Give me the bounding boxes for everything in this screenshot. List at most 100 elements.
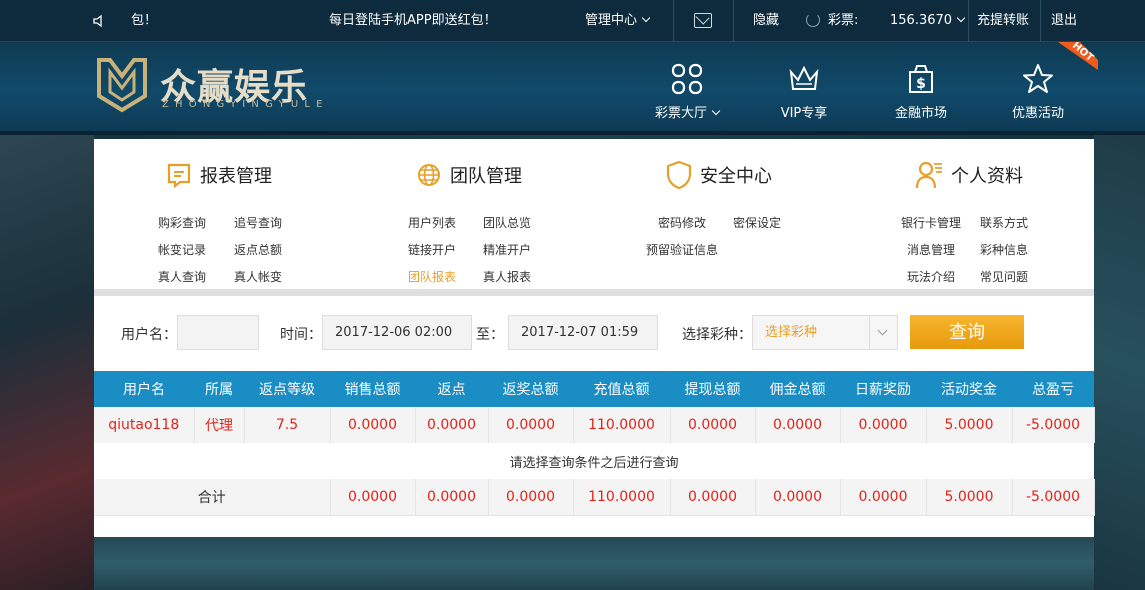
time-label: 时间： (280, 327, 322, 343)
nav-vip[interactable]: VIP专享 (749, 62, 859, 121)
table-row: qiutao118 代理 7.5 0.0000 0.0000 0.0000 11… (94, 407, 1095, 443)
section-title: 报表管理 (200, 166, 272, 187)
user-icon (915, 161, 942, 189)
column-header: 提现总额 (670, 371, 755, 407)
cell-withdraw-total: 0.0000 (670, 407, 756, 443)
lottery-type-value: 选择彩种 (765, 325, 818, 340)
link-lottery-info[interactable]: 彩种信息 (980, 241, 1028, 258)
report-management-section: 报表管理 购彩查询 追号查询 帐变记录 返点总额 真人查询 真人帐变 (94, 139, 344, 289)
link-contact[interactable]: 联系方式 (980, 214, 1028, 231)
brand-pinyin: ZHONGYINGYULE (162, 99, 329, 110)
security-center-section: 安全中心 密码修改 密保设定 预留验证信息 (594, 139, 844, 289)
total-rebate: 0.0000 (415, 479, 489, 516)
chevron-down-icon (956, 13, 966, 23)
table-header-row: 用户名 所属 返点等级 销售总额 返点 返奖总额 充值总额 提现总额 佣金总额 … (94, 371, 1094, 407)
lottery-balance-label: 彩票: (828, 13, 859, 28)
total-deposit: 110.0000 (573, 479, 671, 516)
link-change-password[interactable]: 密码修改 (658, 214, 706, 231)
link-messages[interactable]: 消息管理 (907, 241, 955, 258)
separator (673, 0, 674, 42)
balance-menu[interactable]: 156.3670 (890, 0, 966, 42)
total-withdraw: 0.0000 (670, 479, 756, 516)
promo-text[interactable]: 每日登陆手机APP即送红包！ (329, 0, 497, 42)
nav-promotions-label: 优惠活动 (1011, 106, 1064, 121)
nav-lottery-hall-label: 彩票大厅 (654, 106, 707, 121)
shield-icon (666, 160, 692, 190)
table-total-row: 合计 0.0000 0.0000 0.0000 110.0000 0.0000 … (94, 479, 1095, 516)
cell-rebate-level: 7.5 (244, 407, 331, 443)
column-header: 充值总额 (573, 371, 670, 407)
link-live-account[interactable]: 真人帐变 (234, 268, 282, 285)
globe-icon (418, 164, 440, 186)
cell-rebate: 0.0000 (415, 407, 489, 443)
column-header: 返点等级 (244, 371, 330, 407)
cell-activity-bonus: 5.0000 (926, 407, 1013, 443)
end-time-input[interactable]: 2017-12-07 01:59 (508, 315, 658, 350)
hot-badge: HOT (1058, 42, 1098, 70)
site-header: 众赢娱乐 ZHONGYINGYULE 彩票大厅 VIP专享 $ 金融市场 优惠活… (0, 42, 1145, 135)
column-header: 佣金总额 (755, 371, 840, 407)
section-divider (94, 289, 1094, 296)
cell-profit-loss: -5.0000 (1012, 407, 1095, 443)
total-activity-bonus: 5.0000 (926, 479, 1013, 516)
column-header: 总盈亏 (1012, 371, 1094, 407)
link-verification-info[interactable]: 预留验证信息 (646, 241, 718, 258)
link-how-to-play[interactable]: 玩法介绍 (907, 268, 955, 285)
mail-icon[interactable] (694, 13, 712, 28)
query-button[interactable]: 查询 (910, 315, 1024, 349)
nav-vip-label: VIP专享 (780, 106, 828, 121)
section-header: 个人资料 (844, 159, 1094, 191)
column-header: 日薪奖励 (840, 371, 926, 407)
nav-lottery-hall[interactable]: 彩票大厅 (632, 62, 742, 121)
lottery-type-label: 选择彩种： (682, 327, 752, 343)
background-left (0, 135, 94, 590)
manage-center-menu[interactable]: 管理中心 (585, 0, 651, 42)
brand-logo-icon[interactable] (96, 56, 148, 114)
main-panel: 报表管理 购彩查询 追号查询 帐变记录 返点总额 真人查询 真人帐变 团队管理 … (94, 139, 1095, 537)
nav-finance[interactable]: $ 金融市场 (866, 62, 976, 121)
svg-text:$: $ (916, 76, 926, 92)
deposit-transfer-link[interactable]: 充提转账 (977, 0, 1029, 42)
link-rebate-total[interactable]: 返点总额 (234, 241, 282, 258)
cell-sales-total: 0.0000 (330, 407, 416, 443)
separator (968, 0, 969, 42)
refresh-icon[interactable] (806, 13, 820, 27)
balance-value: 156.3670 (890, 13, 953, 28)
cell-commission-total: 0.0000 (755, 407, 841, 443)
username-input[interactable] (177, 315, 259, 350)
section-header: 安全中心 (594, 159, 844, 191)
link-live-report[interactable]: 真人报表 (483, 268, 531, 285)
column-header: 所属 (194, 371, 244, 407)
nav-finance-label: 金融市场 (894, 106, 947, 121)
link-team-overview[interactable]: 团队总览 (483, 214, 531, 231)
logout-link[interactable]: 退出 (1051, 0, 1077, 42)
report-icon (167, 163, 191, 188)
link-live-query[interactable]: 真人查询 (158, 268, 206, 285)
link-team-report[interactable]: 团队报表 (408, 268, 456, 285)
link-security-question[interactable]: 密保设定 (733, 214, 781, 231)
section-header: 报表管理 (94, 159, 344, 191)
link-chase-query[interactable]: 追号查询 (234, 214, 282, 231)
column-header: 返奖总额 (488, 371, 573, 407)
cell-username[interactable]: qiutao118 (94, 407, 195, 443)
column-header: 销售总额 (330, 371, 415, 407)
hide-balance-button[interactable]: 隐藏 (753, 0, 779, 42)
username-label: 用户名： (121, 327, 177, 343)
link-precise-account[interactable]: 精准开户 (483, 241, 531, 258)
link-bet-query[interactable]: 购彩查询 (158, 214, 206, 231)
link-bank-card[interactable]: 银行卡管理 (901, 214, 961, 231)
link-faq[interactable]: 常见问题 (980, 268, 1028, 285)
lottery-type-select[interactable]: 选择彩种 (752, 315, 898, 350)
link-open-account[interactable]: 链接开户 (408, 241, 456, 258)
crown-icon (789, 65, 819, 90)
total-label: 合计 (94, 479, 331, 516)
link-account-changes[interactable]: 帐变记录 (158, 241, 206, 258)
speaker-icon (93, 14, 102, 28)
nav-promotions[interactable]: 优惠活动 (983, 62, 1093, 121)
start-time-input[interactable]: 2017-12-06 02:00 (322, 315, 472, 350)
section-title: 个人资料 (951, 166, 1023, 187)
total-commission: 0.0000 (755, 479, 841, 516)
background-bottom (94, 537, 1094, 590)
background-right (1094, 135, 1145, 590)
link-user-list[interactable]: 用户列表 (408, 214, 456, 231)
